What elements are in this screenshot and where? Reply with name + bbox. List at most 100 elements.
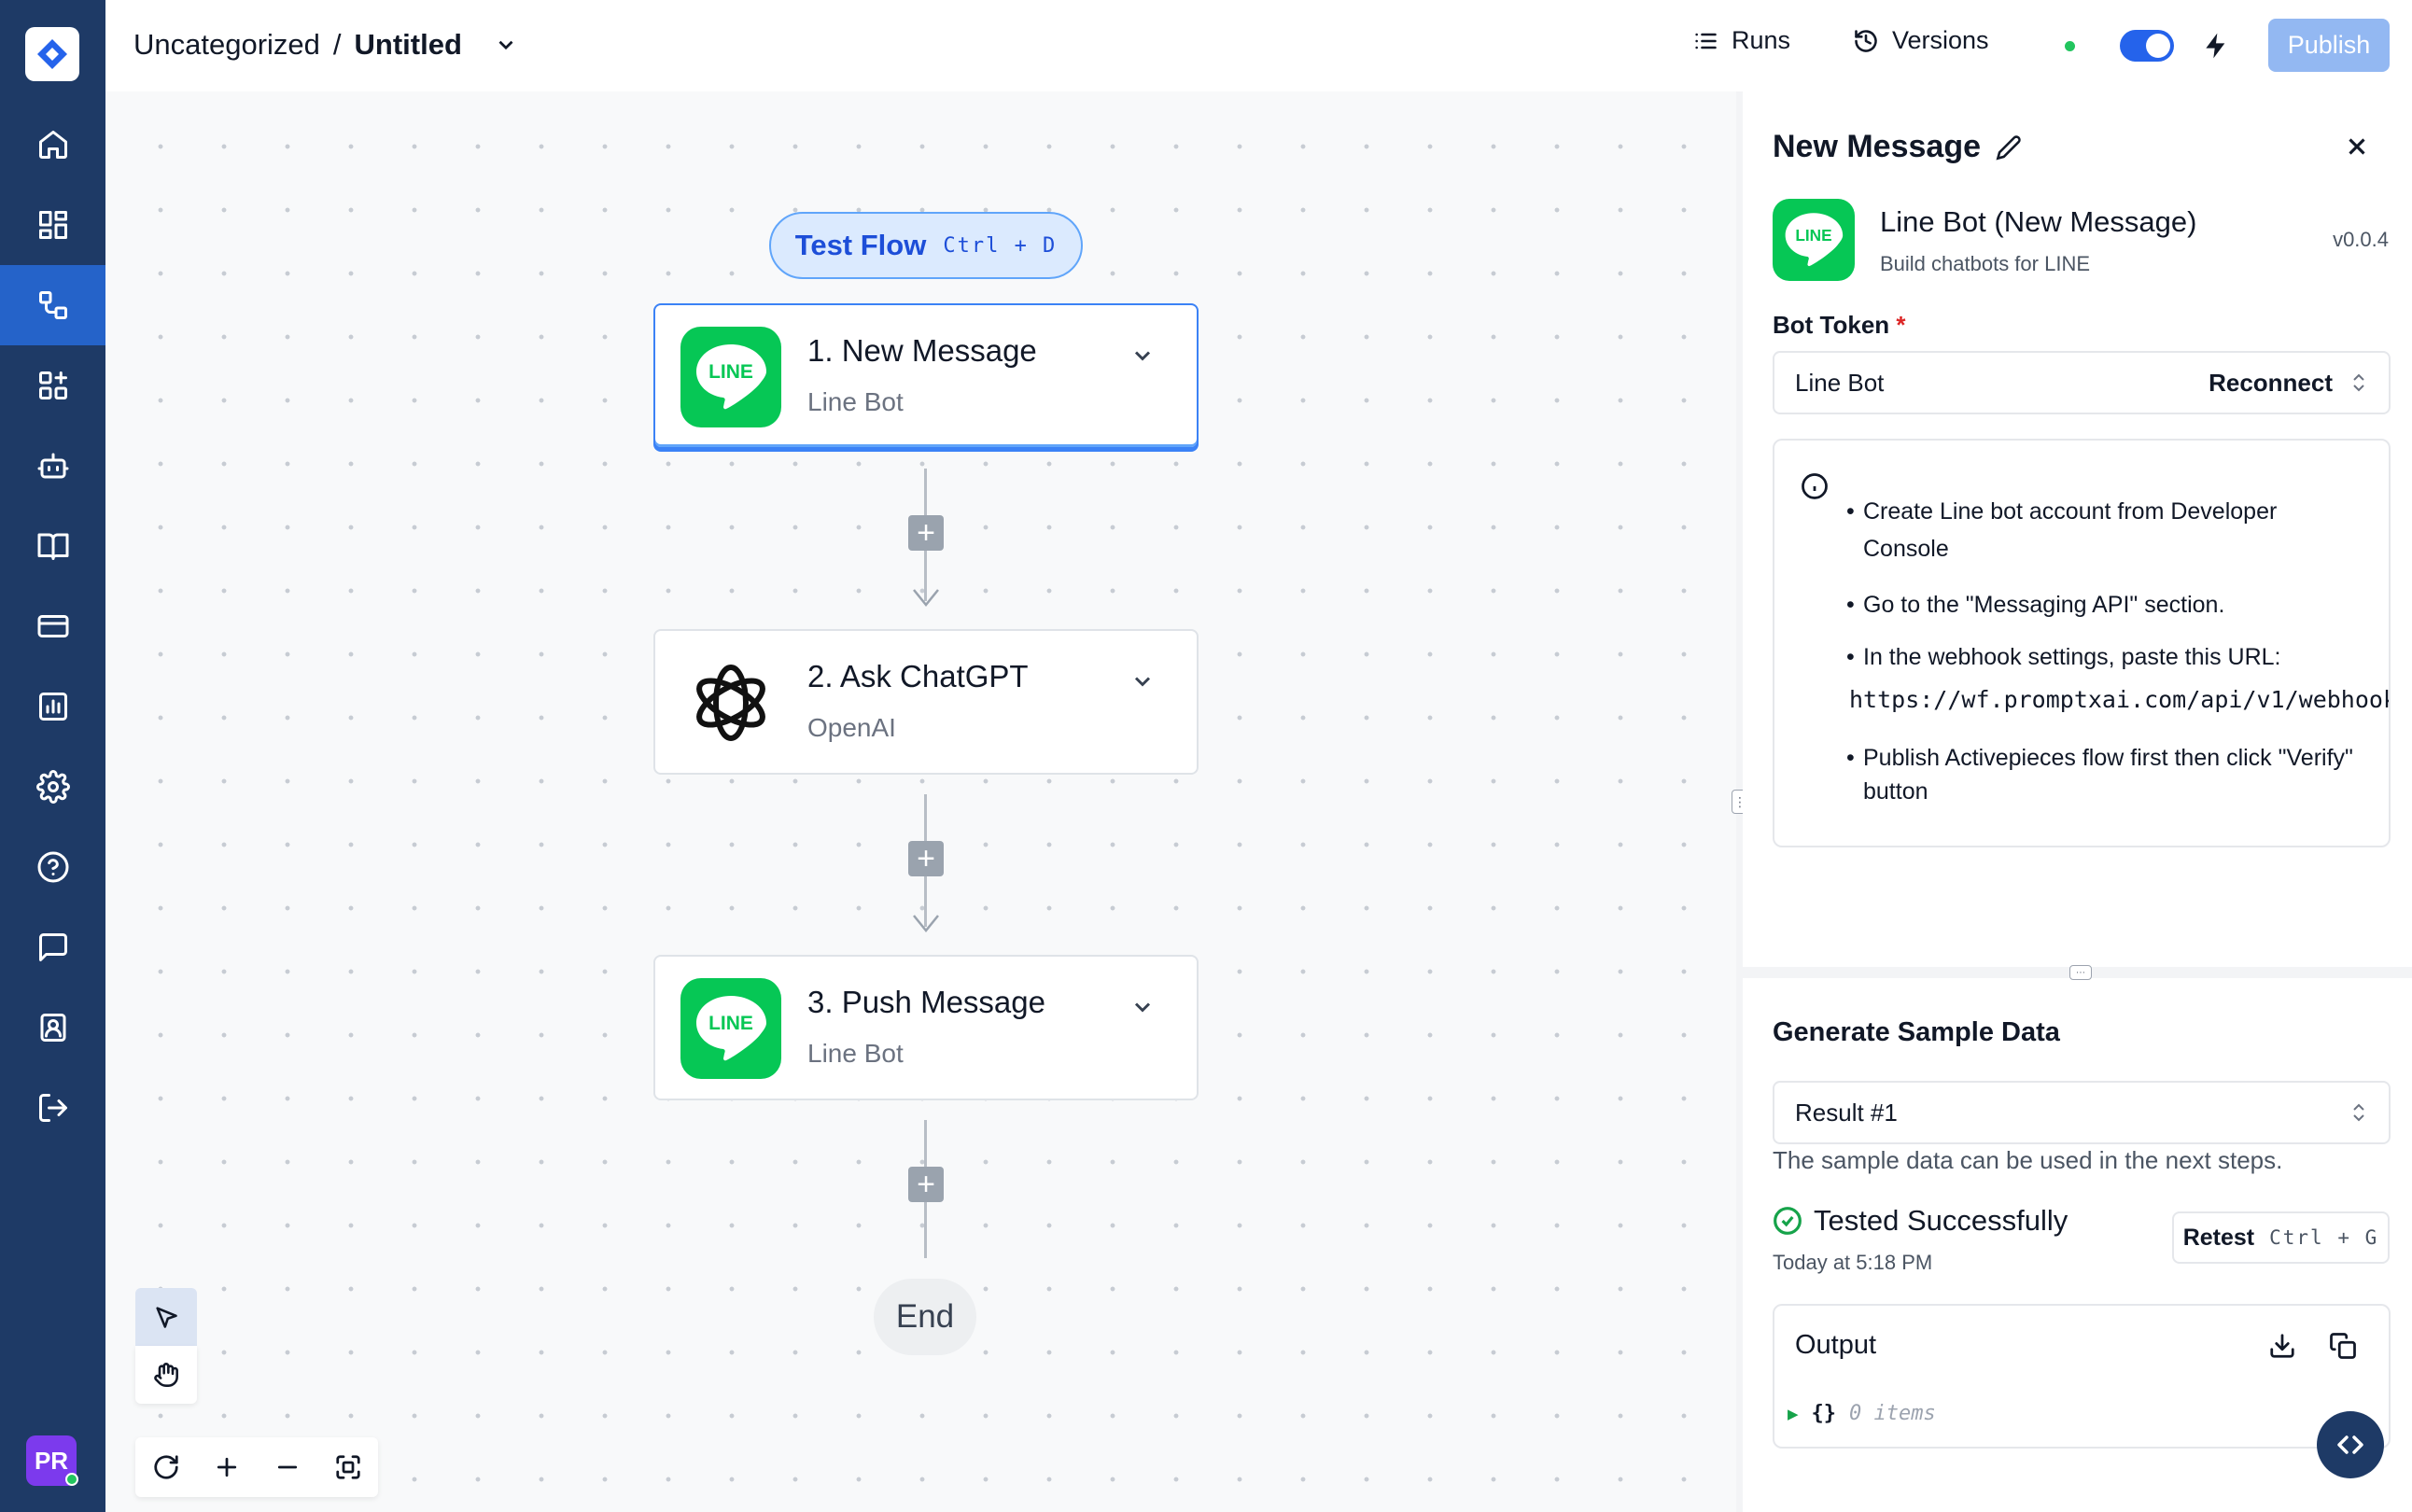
refresh-icon — [153, 1455, 178, 1479]
copy-icon[interactable] — [2329, 1332, 2357, 1360]
piece-name: Line Bot (New Message) — [1880, 205, 2197, 238]
versions-label: Versions — [1892, 26, 1989, 54]
instructions-box: Create Line bot account from Developer C… — [1773, 439, 2391, 847]
breadcrumb-separator: / — [332, 28, 342, 61]
chart-icon — [38, 693, 67, 721]
svg-text:LINE: LINE — [1795, 226, 1831, 245]
zoom-controls — [135, 1437, 378, 1497]
flow-step-3[interactable]: LINE 3. Push Message Line Bot — [653, 955, 1199, 1100]
add-step-button[interactable]: + — [908, 1167, 944, 1202]
output-item-count: 0 items — [1849, 1402, 1936, 1425]
connection-value: Line Bot — [1795, 368, 1885, 397]
publish-button[interactable]: Publish — [2268, 19, 2390, 72]
close-icon[interactable] — [2343, 133, 2371, 161]
flow-name[interactable]: Untitled — [355, 28, 462, 62]
output-box: Output ▶ {} 0 items — [1773, 1304, 2391, 1449]
sidebar-item-contacts[interactable] — [0, 987, 105, 1068]
code-view-button[interactable] — [2317, 1411, 2384, 1478]
output-label: Output — [1795, 1330, 1877, 1360]
chat-icon — [38, 933, 67, 961]
reconnect-button[interactable]: Reconnect — [2209, 369, 2333, 398]
chevron-down-icon[interactable] — [1129, 994, 1156, 1020]
plus-icon — [217, 1457, 236, 1477]
sidebar-item-flows[interactable] — [0, 265, 105, 345]
arrow-down-icon — [913, 589, 939, 607]
bot-token-label: Bot Token * — [1773, 311, 1906, 340]
chevron-updown-icon — [2353, 1103, 2364, 1122]
dashboard-icon — [38, 211, 67, 239]
resize-handle-horizontal[interactable]: ⋯ — [1743, 965, 2412, 980]
add-step-button[interactable]: + — [908, 841, 944, 876]
sidebar-item-home[interactable] — [0, 105, 105, 185]
flow-enabled-toggle[interactable] — [2120, 30, 2174, 62]
sidebar-item-dashboard[interactable] — [0, 185, 105, 265]
status-dot — [2065, 41, 2075, 51]
step-subtitle: Line Bot — [807, 1039, 904, 1068]
sidebar-item-logout[interactable] — [0, 1068, 105, 1148]
app-logo[interactable] — [25, 27, 79, 81]
chevron-down-icon[interactable] — [1129, 668, 1156, 694]
sidebar-item-analytics[interactable] — [0, 666, 105, 747]
chevron-down-icon[interactable] — [1129, 343, 1156, 369]
panel-title: New Message — [1773, 129, 2022, 165]
test-flow-label: Test Flow — [794, 229, 927, 261]
svg-text:LINE: LINE — [708, 1013, 753, 1034]
home-icon — [38, 131, 67, 159]
sidebar-item-settings[interactable] — [0, 747, 105, 827]
test-status: Tested Successfully — [1773, 1204, 2068, 1238]
instruction-item: In the webhook settings, paste this URL: — [1846, 638, 2367, 676]
sidebar-item-bot[interactable] — [0, 426, 105, 506]
sidebar-item-docs[interactable] — [0, 506, 105, 586]
select-tool-button[interactable] — [135, 1288, 197, 1346]
reset-view-button[interactable] — [152, 1453, 180, 1481]
versions-button[interactable]: Versions — [1853, 26, 1989, 55]
breadcrumb-folder[interactable]: Uncategorized — [133, 28, 320, 62]
help-icon — [37, 851, 68, 883]
test-flow-button[interactable]: Test Flow Ctrl + D — [769, 212, 1083, 279]
line-icon: LINE — [680, 978, 781, 1079]
webhook-url[interactable]: https://wf.promptxai.com/api/v1/webhooks — [1849, 686, 2389, 713]
sidebar-item-billing[interactable] — [0, 586, 105, 666]
step-subtitle: Line Bot — [807, 387, 904, 416]
output-tree-root[interactable]: ▶ {} 0 items — [1788, 1402, 1936, 1425]
pan-tool-button[interactable] — [135, 1346, 197, 1404]
retest-label: Retest — [2182, 1224, 2255, 1251]
panel-title-text[interactable]: New Message — [1773, 129, 1981, 165]
chevron-updown-icon — [2353, 373, 2364, 392]
info-icon — [1802, 473, 1828, 499]
hand-icon — [154, 1363, 178, 1387]
retest-shortcut: Ctrl + G — [2269, 1226, 2379, 1249]
step-settings-panel: New Message LINE Line Bot (New Message) … — [1743, 91, 2412, 1512]
step-title: 2. Ask ChatGPT — [807, 659, 1029, 693]
connection-select[interactable]: Line Bot Reconnect — [1773, 351, 2391, 414]
flow-step-2[interactable]: 2. Ask ChatGPT OpenAI — [653, 629, 1199, 775]
caret-right-icon[interactable]: ▶ — [1788, 1406, 1799, 1422]
test-timestamp: Today at 5:18 PM — [1773, 1251, 1933, 1274]
sidebar-item-help[interactable] — [0, 827, 105, 907]
chevron-down-icon[interactable] — [494, 33, 518, 57]
cursor-icon — [156, 1307, 177, 1328]
output-braces: {} — [1811, 1402, 1837, 1425]
flow-step-1[interactable]: LINE 1. New Message Line Bot — [653, 303, 1199, 449]
fit-view-button[interactable] — [334, 1453, 362, 1481]
test-flow-shortcut: Ctrl + D — [943, 233, 1058, 258]
line-icon: LINE — [1773, 199, 1855, 281]
sidebar-item-feedback[interactable] — [0, 907, 105, 987]
download-icon[interactable] — [2268, 1332, 2296, 1360]
result-select[interactable]: Result #1 — [1773, 1081, 2391, 1144]
bolt-icon[interactable] — [2201, 30, 2231, 62]
instruction-item: Publish Activepieces flow first then cli… — [1846, 741, 2367, 808]
retest-button[interactable]: Retest Ctrl + G — [2172, 1211, 2390, 1264]
apps-icon — [38, 371, 67, 399]
generate-sample-data-title: Generate Sample Data — [1773, 1017, 2060, 1047]
sample-data-hint: The sample data can be used in the next … — [1773, 1146, 2283, 1174]
zoom-out-button[interactable] — [273, 1453, 302, 1481]
sidebar-item-apps[interactable] — [0, 345, 105, 426]
fit-view-icon — [335, 1455, 360, 1479]
end-node: End — [874, 1279, 976, 1355]
pencil-icon[interactable] — [1996, 134, 2022, 161]
bot-token-label-text: Bot Token — [1773, 311, 1890, 339]
zoom-in-button[interactable] — [213, 1453, 241, 1481]
add-step-button[interactable]: + — [908, 515, 944, 551]
runs-button[interactable]: Runs — [1692, 26, 1790, 55]
